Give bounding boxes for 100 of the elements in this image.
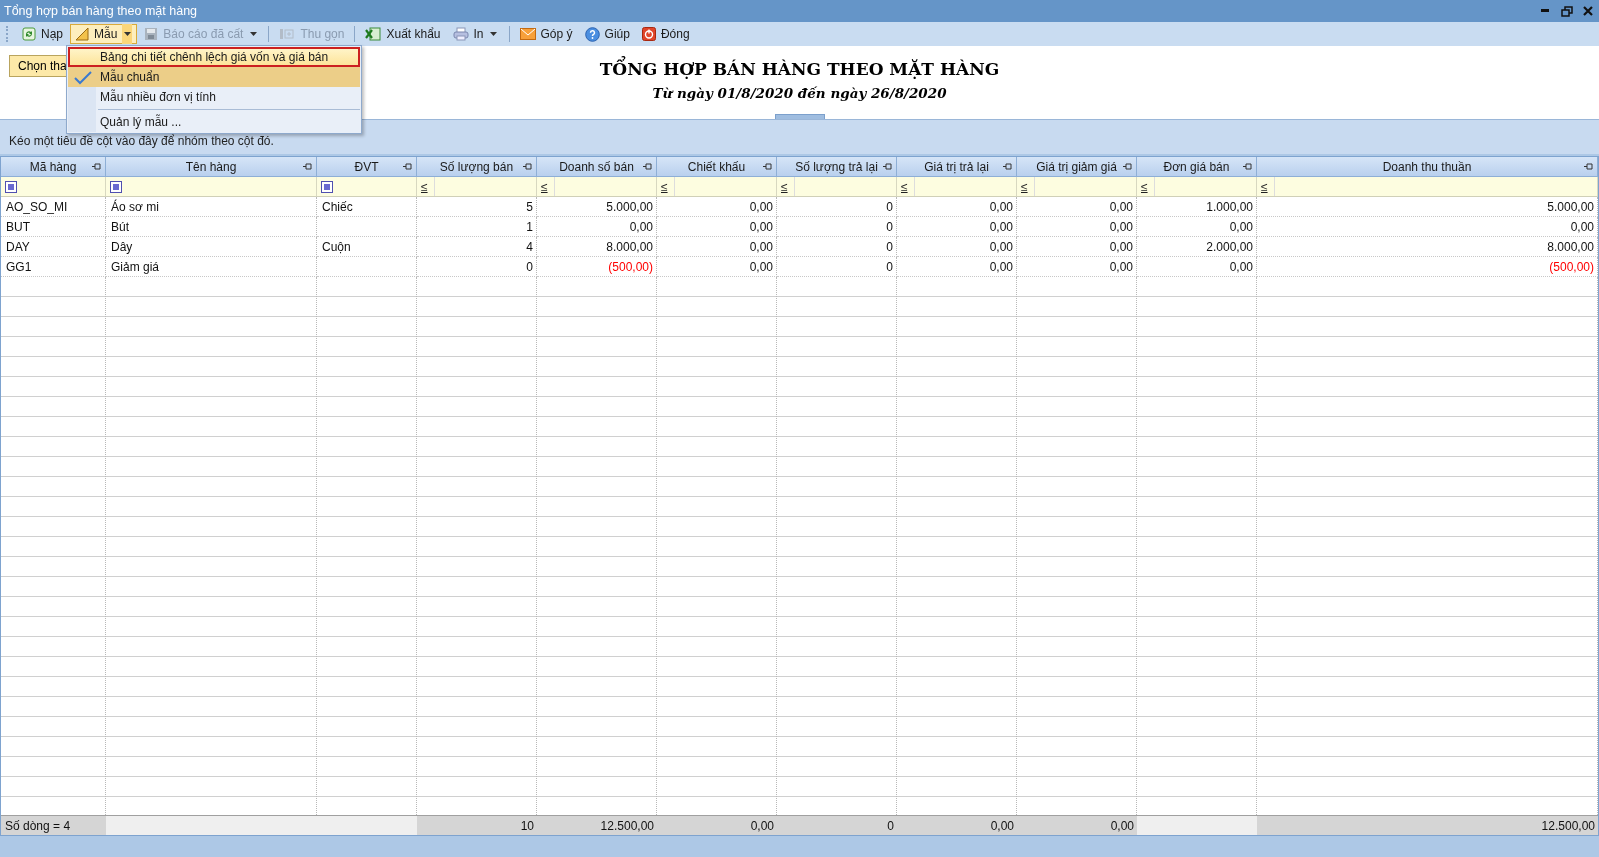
table-cell: 8.000,00: [1257, 237, 1598, 257]
menu-item[interactable]: Bảng chi tiết chênh lệch giá vốn và giá bán: [68, 47, 360, 67]
table-cell: 0,00: [657, 197, 777, 217]
collapse-handle[interactable]: [775, 114, 825, 119]
filter-cell[interactable]: ≤: [777, 177, 897, 197]
toolbar-button[interactable]: Xuất khẩu: [360, 24, 446, 44]
table-cell: 0,00: [657, 237, 777, 257]
restore-icon[interactable]: [1561, 5, 1573, 17]
table-cell: 0,00: [1017, 257, 1137, 277]
column-header[interactable]: ĐVT: [317, 157, 417, 177]
toolbar-button[interactable]: Mẫu: [70, 24, 138, 44]
column-header[interactable]: Số lượng bán: [417, 157, 537, 177]
refresh-icon: [22, 27, 36, 41]
table-cell: Áo sơ mi: [106, 197, 317, 217]
power-icon: [641, 27, 656, 41]
table-cell: (500,00): [1257, 257, 1598, 277]
table-cell: 0: [777, 257, 897, 277]
toolbar-button[interactable]: In: [447, 24, 504, 44]
total-cell: 0: [777, 815, 897, 835]
table-cell: Dây: [106, 237, 317, 257]
filter-checkbox-icon[interactable]: [110, 180, 122, 193]
filter-cell[interactable]: ≤: [417, 177, 537, 197]
filter-cell[interactable]: [1, 177, 106, 197]
menu-item[interactable]: Mẫu chuẩn: [68, 67, 360, 87]
column-header[interactable]: Doanh số bán: [537, 157, 657, 177]
column-header[interactable]: Chiết khấu: [657, 157, 777, 177]
toolbar-button[interactable]: Giúp: [579, 24, 635, 44]
column-header[interactable]: Doanh thu thuần: [1257, 157, 1598, 177]
table-cell: Chiếc: [317, 197, 417, 217]
total-cell: 0,00: [897, 815, 1017, 835]
filter-operator[interactable]: ≤: [661, 177, 675, 196]
column-header[interactable]: Giá trị trả lại: [897, 157, 1017, 177]
filter-checkbox-icon[interactable]: [5, 180, 17, 193]
toolbar-button[interactable]: Nạp: [17, 24, 68, 44]
filter-operator[interactable]: ≤: [781, 177, 795, 196]
table-cell: 0: [417, 257, 537, 277]
total-cell: 0,00: [657, 815, 777, 835]
filter-operator[interactable]: ≤: [901, 177, 915, 196]
pin-icon[interactable]: [1003, 163, 1012, 170]
filter-operator[interactable]: ≤: [1021, 177, 1035, 196]
table-cell: Cuộn: [317, 237, 417, 257]
total-cell: 10: [417, 815, 537, 835]
table-cell: 0,00: [657, 257, 777, 277]
column-header[interactable]: Mã hàng: [1, 157, 106, 177]
filter-operator[interactable]: ≤: [421, 177, 435, 196]
report-subtitle: Từ ngày 01/8/2020 đến ngày 26/8/2020: [652, 85, 947, 101]
filter-cell[interactable]: [317, 177, 417, 197]
filter-cell[interactable]: ≤: [657, 177, 777, 197]
table-cell: Bút: [106, 217, 317, 237]
table-cell: 0,00: [1137, 217, 1257, 237]
filter-cell[interactable]: ≤: [1257, 177, 1598, 197]
filter-operator[interactable]: ≤: [1261, 177, 1275, 196]
caret-icon[interactable]: [122, 24, 133, 44]
table-cell: 5.000,00: [1257, 197, 1598, 217]
menu-item[interactable]: Quản lý mẫu ...: [68, 112, 360, 132]
filter-cell[interactable]: ≤: [1017, 177, 1137, 197]
filter-operator[interactable]: ≤: [1141, 177, 1155, 196]
filter-operator[interactable]: ≤: [541, 177, 555, 196]
table-cell: Giảm giá: [106, 257, 317, 277]
pin-icon[interactable]: [403, 163, 412, 170]
filter-cell[interactable]: ≤: [1137, 177, 1257, 197]
table-cell: 0,00: [897, 237, 1017, 257]
close-icon[interactable]: [1583, 6, 1593, 16]
table-cell: 0,00: [897, 217, 1017, 237]
table-cell: 8.000,00: [537, 237, 657, 257]
table-cell: 0,00: [1137, 257, 1257, 277]
filter-cell[interactable]: [106, 177, 317, 197]
pin-icon[interactable]: [303, 163, 312, 170]
pin-icon[interactable]: [1584, 163, 1593, 170]
pin-icon[interactable]: [1123, 163, 1132, 170]
column-header[interactable]: Giá trị giảm giá: [1017, 157, 1137, 177]
filter-checkbox-icon[interactable]: [321, 180, 333, 193]
column-header[interactable]: Đơn giá bán: [1137, 157, 1257, 177]
filter-cell[interactable]: ≤: [897, 177, 1017, 197]
toolbar-button[interactable]: Góp ý: [514, 24, 578, 44]
table-cell: 0,00: [897, 257, 1017, 277]
ruler-icon: [75, 27, 89, 41]
pin-icon[interactable]: [1243, 163, 1252, 170]
window-title: Tổng hợp bán hàng theo mặt hàng: [4, 4, 199, 18]
table-cell: 1: [417, 217, 537, 237]
filter-cell[interactable]: ≤: [537, 177, 657, 197]
minimize-icon[interactable]: [1541, 9, 1551, 13]
table-cell: 1.000,00: [1137, 197, 1257, 217]
pin-icon[interactable]: [883, 163, 892, 170]
table-cell: 0,00: [1017, 237, 1137, 257]
printer-icon: [452, 27, 469, 41]
menu-item[interactable]: Mẫu nhiều đơn vị tính: [68, 87, 360, 107]
column-header[interactable]: Tên hàng: [106, 157, 317, 177]
check-icon: [73, 70, 93, 86]
total-cell: 12.500,00: [537, 815, 657, 835]
pin-icon[interactable]: [523, 163, 532, 170]
pin-icon[interactable]: [763, 163, 772, 170]
table-cell: DAY: [1, 237, 106, 257]
pin-icon[interactable]: [92, 163, 101, 170]
table-cell: 0,00: [537, 217, 657, 237]
toolbar-button[interactable]: Đóng: [636, 24, 695, 44]
column-header[interactable]: Số lượng trả lại: [777, 157, 897, 177]
pin-icon[interactable]: [643, 163, 652, 170]
table-cell: GG1: [1, 257, 106, 277]
group-hint: Kéo một tiêu đề cột vào đây để nhóm theo cột đó.: [9, 134, 274, 148]
